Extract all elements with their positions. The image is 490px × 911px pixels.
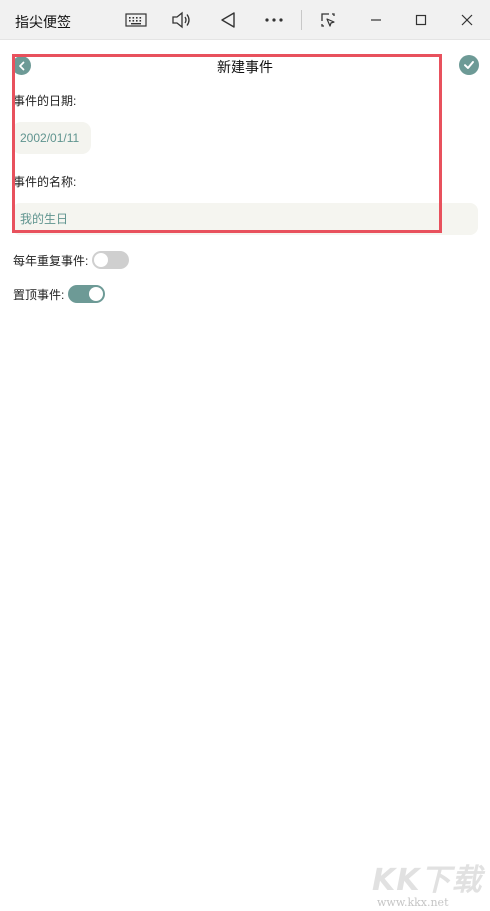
volume-icon[interactable] xyxy=(166,6,196,34)
watermark-logo: KK下载 xyxy=(372,863,483,898)
app-title: 指尖便签 xyxy=(15,14,71,30)
repeat-yearly-label: 每年重复事件: xyxy=(13,253,89,268)
pin-event-toggle[interactable] xyxy=(68,285,106,303)
event-name-input[interactable] xyxy=(12,203,478,235)
date-label: 事件的日期: xyxy=(13,94,77,108)
toggle-knob xyxy=(89,287,104,301)
keyboard-icon[interactable] xyxy=(121,6,151,34)
repeat-yearly-toggle[interactable] xyxy=(92,251,130,269)
name-label: 事件的名称: xyxy=(13,175,77,189)
page-title: 新建事件 xyxy=(217,59,273,75)
close-icon[interactable] xyxy=(452,6,482,34)
pin-event-label: 置顶事件: xyxy=(13,287,65,302)
window-titlebar: 指尖便签 xyxy=(0,0,490,40)
pin-event-row: 置顶事件: xyxy=(13,285,106,303)
check-icon xyxy=(464,61,474,69)
watermark-url: www.kkx.net xyxy=(377,896,449,909)
toggle-knob xyxy=(94,253,109,267)
confirm-button[interactable] xyxy=(459,55,479,75)
titlebar-separator xyxy=(301,10,302,30)
repeat-yearly-row: 每年重复事件: xyxy=(13,251,130,269)
more-icon[interactable] xyxy=(259,6,289,34)
screenshot-icon[interactable] xyxy=(313,6,343,34)
date-picker-field[interactable]: 2002/01/11 xyxy=(12,122,91,154)
back-triangle-icon[interactable] xyxy=(213,6,243,34)
minimize-icon[interactable] xyxy=(361,6,391,34)
maximize-icon[interactable] xyxy=(406,6,436,34)
